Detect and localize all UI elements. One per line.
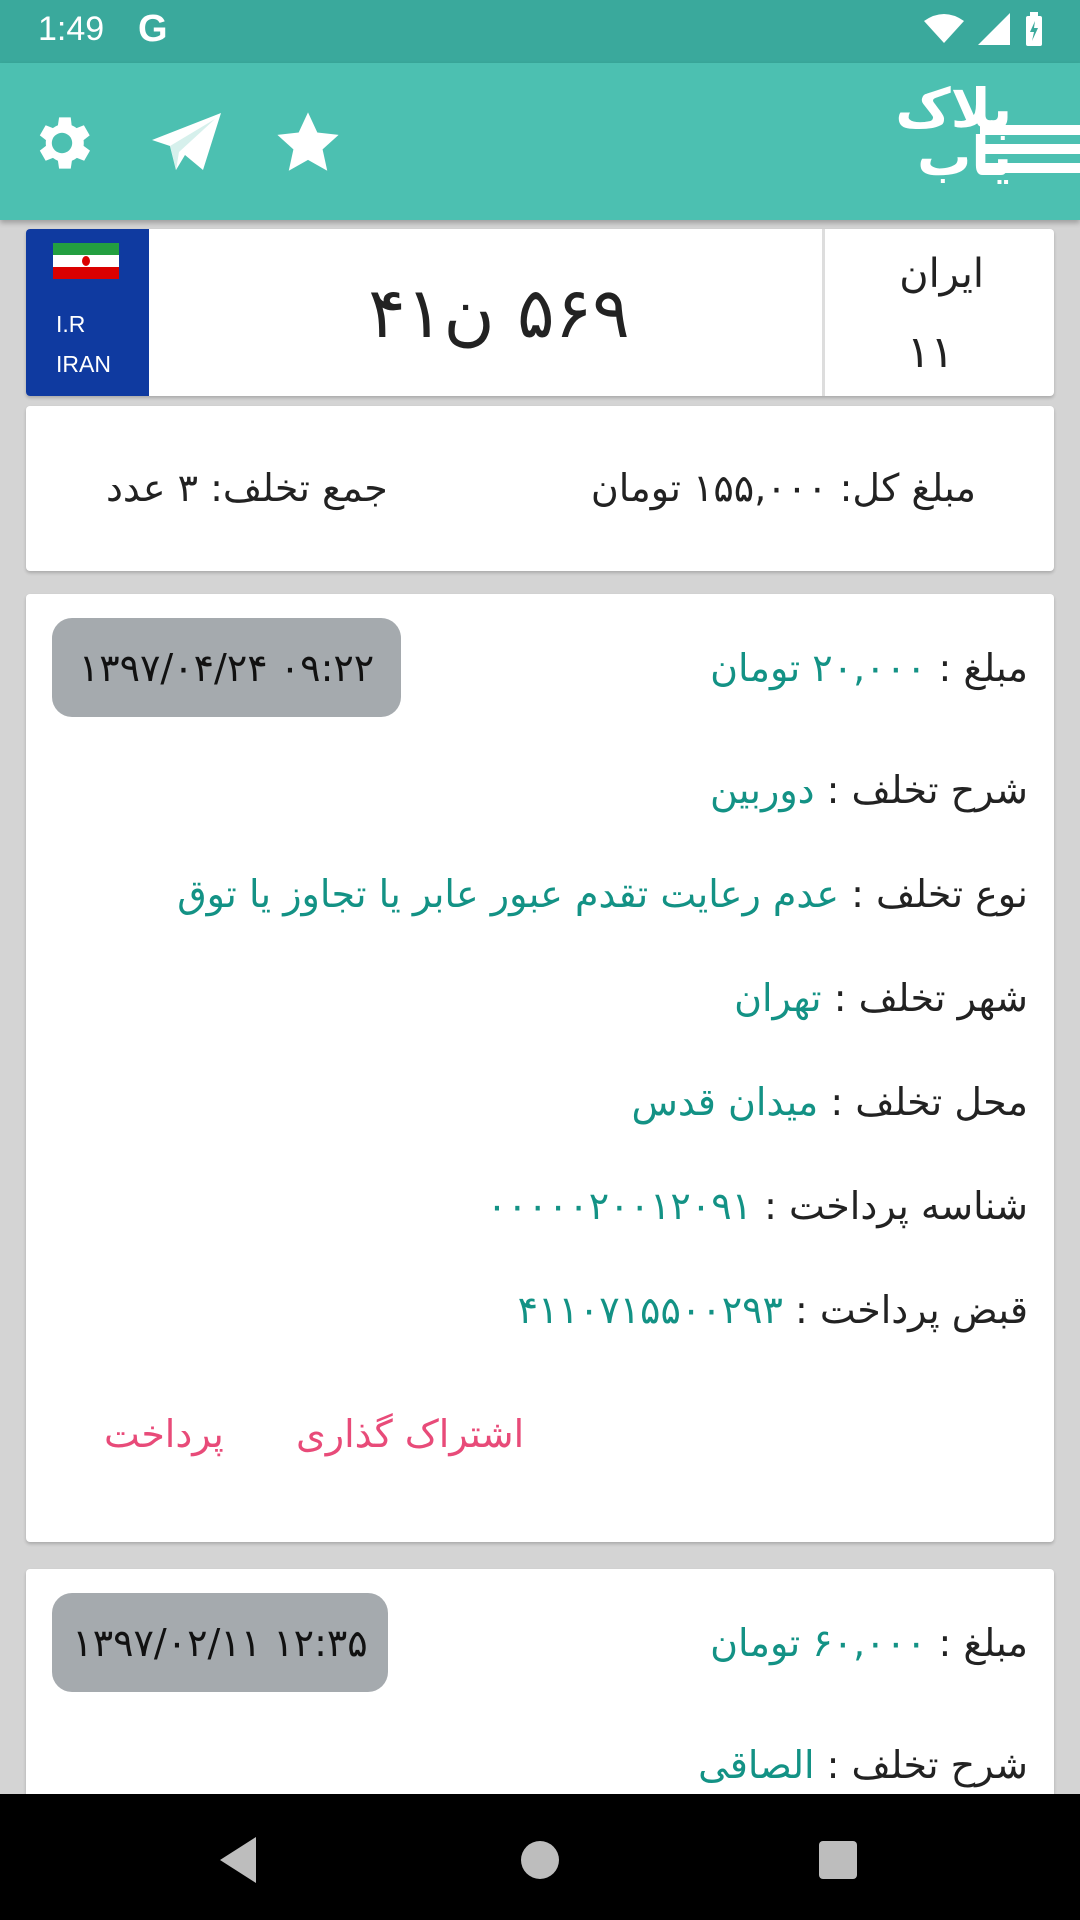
plate-iran: IRAN [56,351,111,377]
back-icon[interactable] [208,1830,268,1890]
share-button[interactable]: اشتراک گذاری [296,1412,524,1456]
google-icon: G [138,8,168,50]
signal-icon [978,13,1010,45]
city-value: تهران [734,976,822,1020]
violation-type-row: نوع تخلف : عدم رعایت تقدم عبور عابر یا ت… [177,872,1028,916]
star-icon[interactable] [270,105,346,181]
place-label: محل تخلف : [818,1080,1028,1124]
desc-label: شرح تخلف : [814,1743,1028,1787]
pay-button[interactable]: پرداخت [104,1412,224,1456]
city-label: شهر تخلف : [821,976,1028,1020]
navigation-bar [0,1794,1080,1920]
violation-card: ۱۳۹۷/۰۴/۲۴ ۰۹:۲۲ مبلغ : ۲۰,۰۰۰ تومان شرح… [26,594,1054,1542]
summary-card: مبلغ کل: ۱۵۵,۰۰۰ تومان جمع تخلف: ۳ عدد [26,406,1054,571]
desc-label: شرح تخلف : [814,768,1028,812]
payid-value: ۰۰۰۰۰۲۰۰۱۲۰۹۱ [486,1184,753,1228]
gear-icon[interactable] [24,105,100,181]
violation-datetime: ۱۳۹۷/۰۲/۱۱ ۱۲:۳۵ [52,1593,388,1692]
violation-amount-row: مبلغ : ۶۰,۰۰۰ تومان [710,1621,1028,1665]
status-bar: 1:49 G [0,0,1080,63]
violation-receipt-row: قبض پرداخت : ۴۱۱۰۷۱۵۵۰۰۲۹۳ [518,1288,1028,1332]
iran-flag-icon [53,243,119,279]
type-value: عدم رعایت تقدم عبور عابر یا تجاوز یا توق [177,872,840,916]
status-time: 1:49 [38,10,105,48]
app-bar: پلاک یاب [0,63,1080,220]
recents-icon[interactable] [808,1830,868,1890]
plate-region-code: ۱۱ [906,327,954,378]
violation-city-row: شهر تخلف : تهران [734,976,1028,1020]
battery-icon [1026,12,1042,46]
plate-region-label: ایران [899,251,984,297]
violation-payid-row: شناسه پرداخت : ۰۰۰۰۰۲۰۰۱۲۰۹۱ [487,1184,1028,1228]
receipt-value: ۴۱۱۰۷۱۵۵۰۰۲۹۳ [517,1288,783,1332]
plate-divider [822,229,825,396]
logo-bars [980,125,1080,182]
amount-value: ۶۰,۰۰۰ تومان [710,1621,927,1665]
payid-label: شناسه پرداخت : [752,1184,1028,1228]
place-value: میدان قدس [631,1080,819,1124]
total-count: جمع تخلف: ۳ عدد [106,466,388,510]
violation-place-row: محل تخلف : میدان قدس [631,1080,1028,1124]
home-icon[interactable] [510,1830,570,1890]
amount-label: مبلغ : [926,1621,1028,1665]
system-icons [924,12,1044,46]
type-label: نوع تخلف : [839,872,1028,916]
desc-value: دوربین [710,768,815,812]
violation-amount-row: مبلغ : ۲۰,۰۰۰ تومان [710,646,1028,690]
plate-number: ۵۶۹ ن۴۱ [368,271,630,354]
license-plate: I.R IRAN ۵۶۹ ن۴۱ ایران ۱۱ [26,229,1054,396]
amount-value: ۲۰,۰۰۰ تومان [710,646,927,690]
desc-value: الصاقی [698,1743,815,1787]
app-logo: پلاک یاب [870,82,1080,203]
violation-desc-row: شرح تخلف : الصاقی [698,1743,1028,1787]
receipt-label: قبض پرداخت : [782,1288,1028,1332]
violation-desc-row: شرح تخلف : دوربین [710,768,1028,812]
plate-ir: I.R [56,311,86,337]
telegram-icon[interactable] [150,105,226,181]
amount-label: مبلغ : [926,646,1028,690]
violation-datetime: ۱۳۹۷/۰۴/۲۴ ۰۹:۲۲ [52,618,401,717]
total-amount: مبلغ کل: ۱۵۵,۰۰۰ تومان [590,466,976,510]
plate-country-strip: I.R IRAN [26,229,149,396]
wifi-icon [924,14,964,43]
